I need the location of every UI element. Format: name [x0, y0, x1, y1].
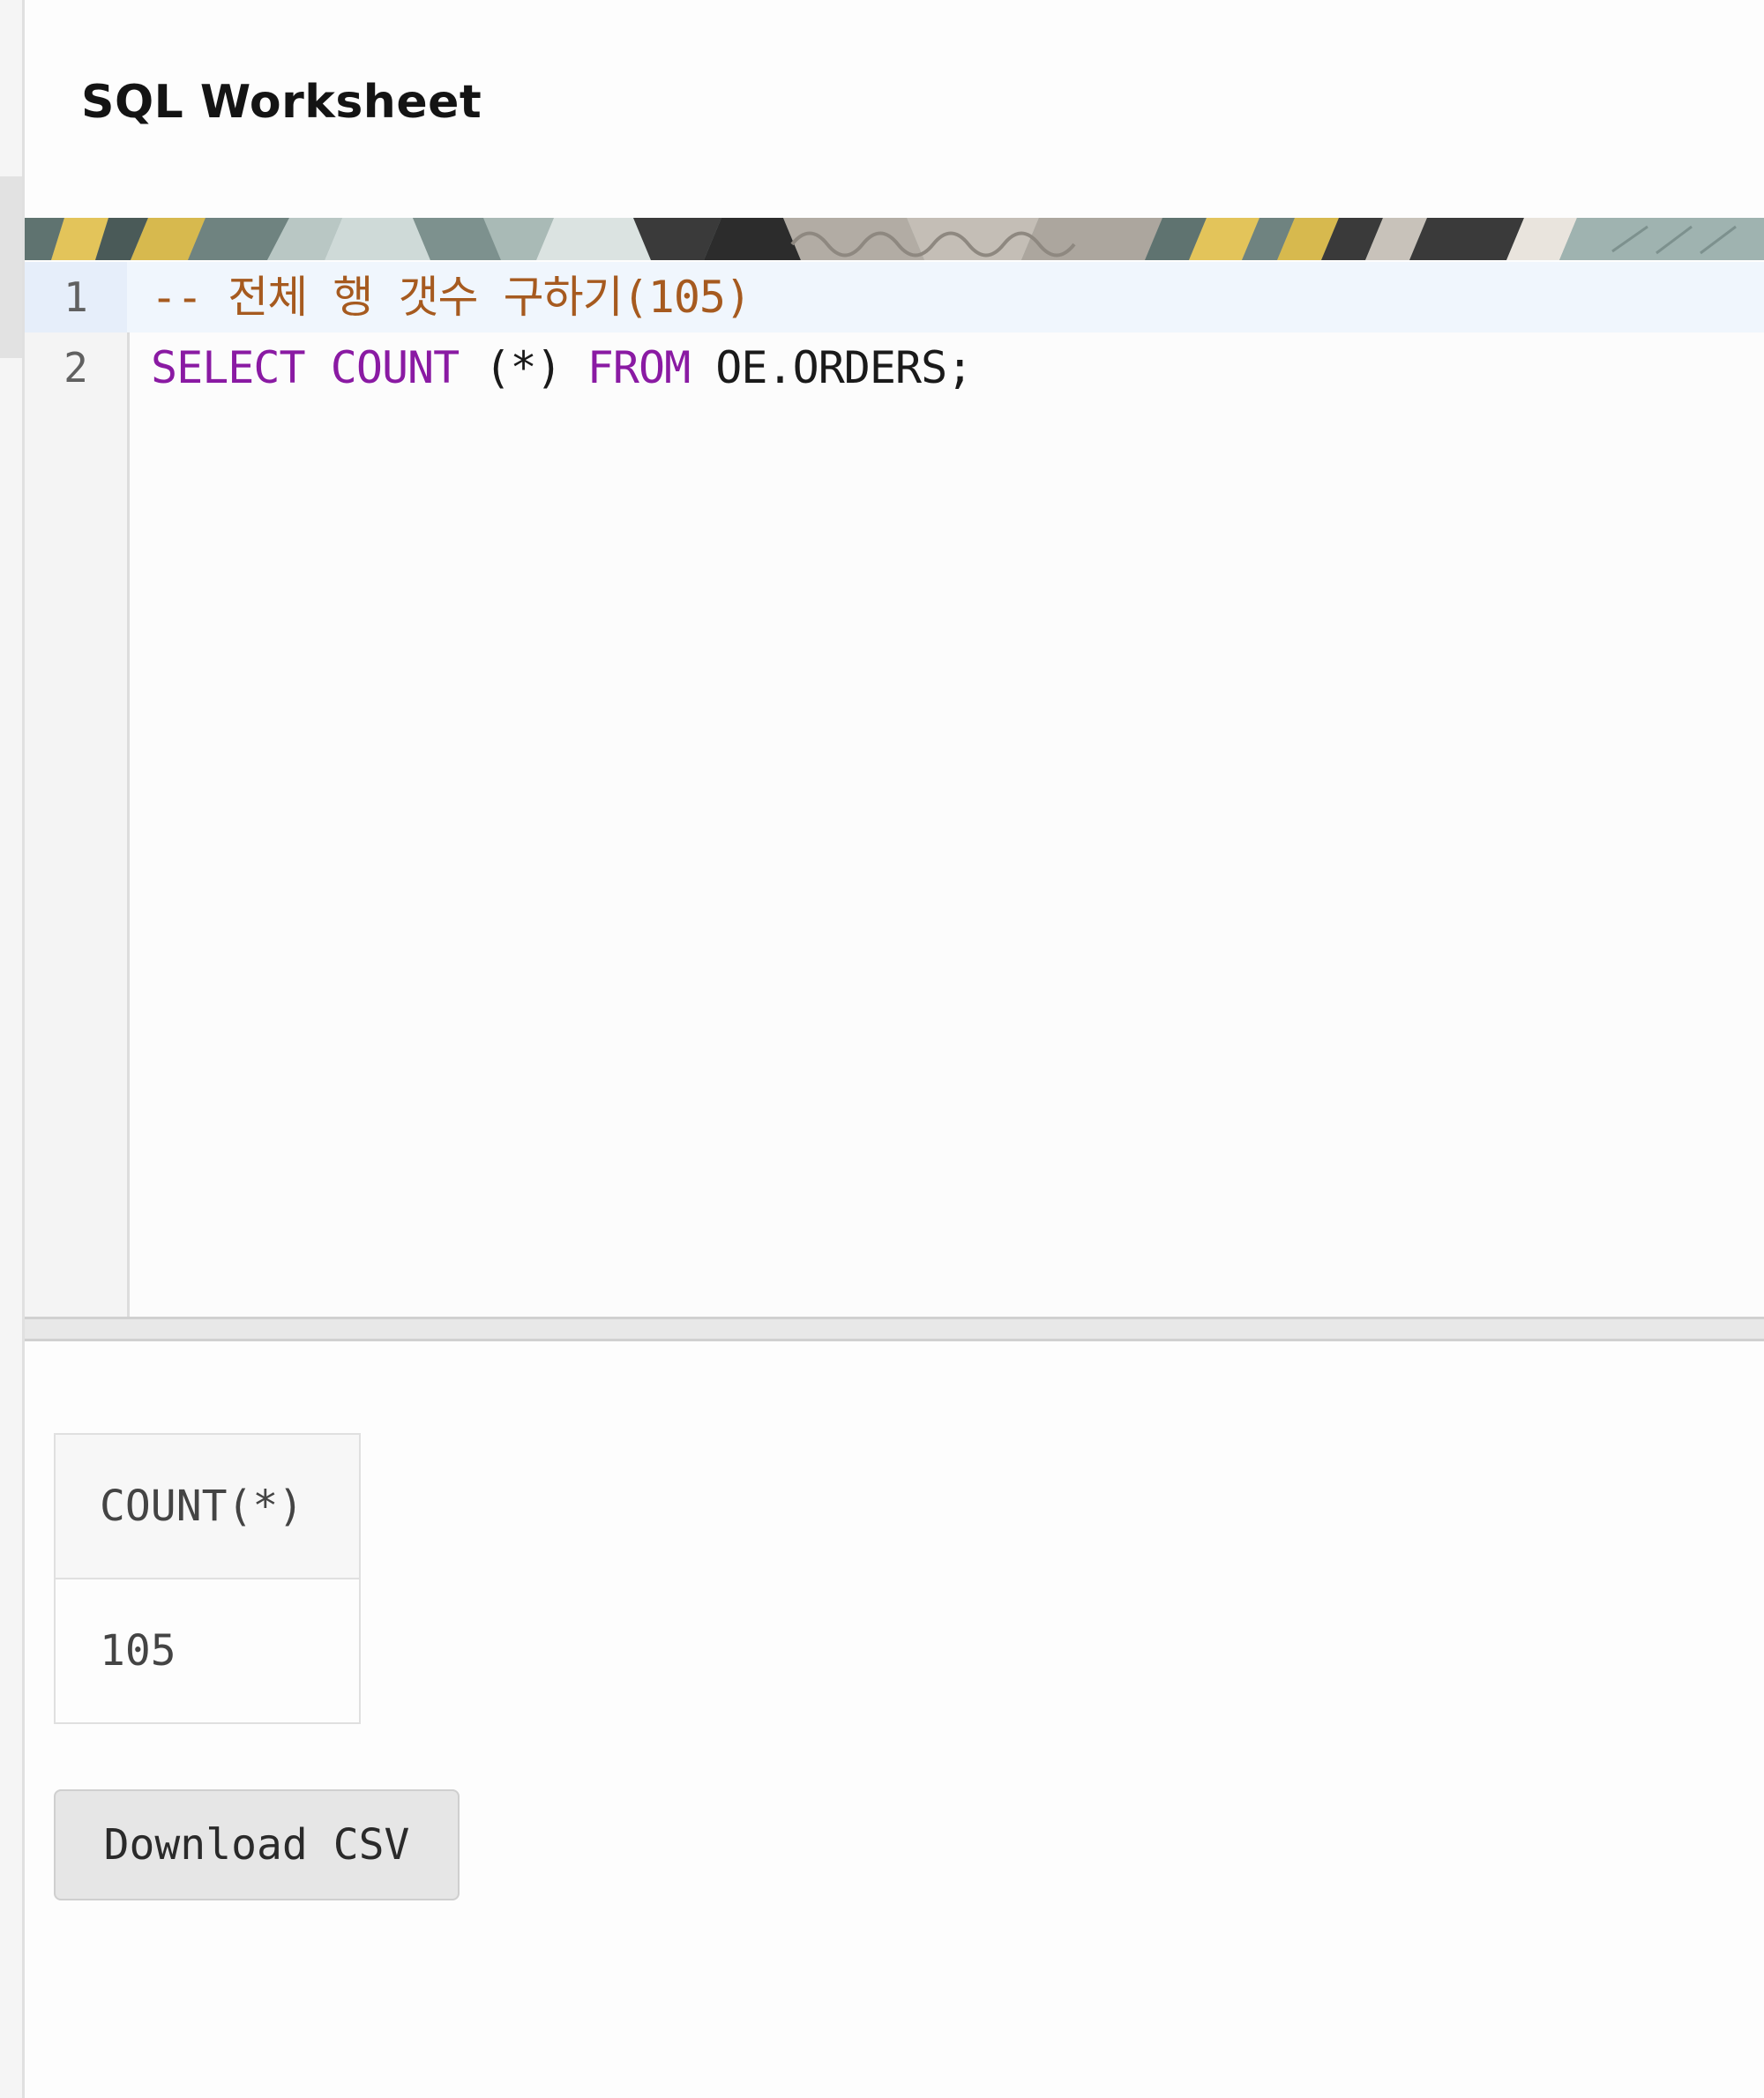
code-keyword: SELECT: [151, 342, 306, 393]
table-row: 105: [54, 1578, 361, 1724]
sql-worksheet-page: SQL Worksheet 1 -- 전체 행 갯수 구하기(105) 2 SE…: [0, 0, 1764, 2098]
code-keyword: FROM: [587, 342, 691, 393]
results-panel: COUNT(*) 105 Download CSV: [25, 1341, 1764, 2098]
code-comment: -- 전체 행 갯수 구하기(105): [151, 272, 751, 323]
results-table: COUNT(*) 105: [54, 1433, 361, 1724]
code-line-1[interactable]: -- 전체 행 갯수 구하기(105): [151, 262, 751, 332]
left-rail: [0, 0, 25, 2098]
line-number: 1: [25, 262, 127, 332]
download-csv-button[interactable]: Download CSV: [54, 1789, 460, 1900]
line-number: 2: [64, 344, 88, 392]
table-header-row: COUNT(*): [54, 1433, 361, 1579]
rail-resize-handle[interactable]: [0, 176, 22, 358]
editor-line-2[interactable]: 2 SELECT COUNT (*) FROM OE.ORDERS;: [25, 332, 1764, 403]
line-number-gutter: [25, 262, 130, 1317]
code-line-2[interactable]: SELECT COUNT (*) FROM OE.ORDERS;: [151, 332, 973, 403]
decorative-pattern-banner: [25, 218, 1764, 260]
code-text: (*): [459, 342, 587, 393]
code-keyword: COUNT: [330, 342, 460, 393]
page-title: SQL Worksheet: [81, 76, 482, 129]
code-editor[interactable]: 1 -- 전체 행 갯수 구하기(105) 2 SELECT COUNT (*)…: [25, 262, 1764, 1317]
editor-results-splitter[interactable]: [25, 1317, 1764, 1341]
table-cell: 105: [54, 1578, 361, 1724]
column-header: COUNT(*): [54, 1433, 361, 1579]
code-text: OE.ORDERS;: [690, 342, 973, 393]
editor-line-1[interactable]: 1 -- 전체 행 갯수 구하기(105): [25, 262, 1764, 332]
